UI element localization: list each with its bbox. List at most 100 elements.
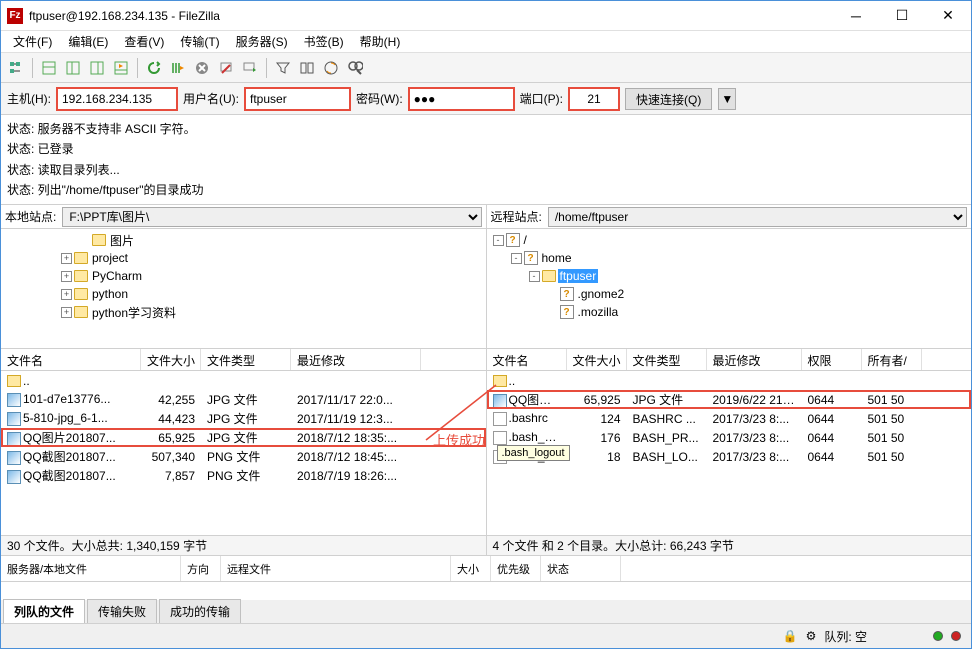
toggle-remote-tree-button[interactable]	[86, 57, 108, 79]
sitemanager-button[interactable]	[5, 57, 27, 79]
maximize-button[interactable]: ☐	[879, 1, 925, 31]
file-row[interactable]: QQ截图201807...7,857PNG 文件2018/7/19 18:26:…	[1, 466, 486, 485]
file-row[interactable]: QQ图片201807...65,925JPG 文件2018/7/12 18:35…	[1, 428, 486, 447]
column-header[interactable]: 方向	[181, 556, 221, 581]
file-icon	[493, 394, 507, 408]
file-icon	[493, 412, 507, 426]
column-header[interactable]: 文件名	[1, 349, 141, 370]
tree-expand-icon[interactable]: +	[61, 271, 72, 282]
tree-item[interactable]: +PyCharm	[3, 267, 484, 285]
tree-expand-icon[interactable]: +	[61, 307, 72, 318]
column-header[interactable]: 状态	[541, 556, 621, 581]
tree-expand-icon[interactable]: +	[61, 253, 72, 264]
queue-tabs: 列队的文件传输失败成功的传输	[1, 600, 971, 624]
file-icon	[7, 412, 21, 426]
toolbar	[1, 53, 971, 83]
queue-tab[interactable]: 传输失败	[87, 599, 157, 623]
tree-item[interactable]: +python学习资料	[3, 303, 484, 321]
unknown-folder-icon: ?	[524, 251, 538, 265]
log-line: 状态: 列出"/home/ftpuser"的目录成功	[7, 180, 965, 200]
message-log[interactable]: 状态: 服务器不支持非 ASCII 字符。状态: 已登录状态: 读取目录列表..…	[1, 115, 971, 205]
toggle-log-button[interactable]	[38, 57, 60, 79]
toggle-queue-button[interactable]	[110, 57, 132, 79]
menu-item[interactable]: 服务器(S)	[228, 31, 296, 52]
remote-tree[interactable]: -?/-?home-ftpuser?.gnome2?.mozilla	[487, 229, 972, 349]
menu-item[interactable]: 编辑(E)	[60, 31, 116, 52]
file-row[interactable]: 101-d7e13776...42,255JPG 文件2017/11/17 22…	[1, 390, 486, 409]
toggle-tree-button[interactable]	[62, 57, 84, 79]
column-header[interactable]: 文件大小	[567, 349, 627, 370]
folder-icon	[92, 234, 106, 246]
refresh-button[interactable]	[143, 57, 165, 79]
quickconnect-dropdown[interactable]: ▼	[718, 88, 736, 110]
username-input[interactable]	[245, 88, 350, 110]
close-button[interactable]: ✕	[925, 1, 971, 31]
column-header[interactable]: 最近修改	[707, 349, 802, 370]
port-input[interactable]	[569, 88, 619, 110]
menu-item[interactable]: 书签(B)	[296, 31, 352, 52]
tree-expand-icon[interactable]: +	[61, 289, 72, 300]
disconnect-button[interactable]	[215, 57, 237, 79]
tree-expand-icon[interactable]: -	[529, 271, 540, 282]
column-header[interactable]: 大小	[451, 556, 491, 581]
column-header[interactable]: 所有者/	[862, 349, 922, 370]
file-row[interactable]: QQ图片...65,925JPG 文件2019/6/22 21:...06445…	[487, 390, 972, 409]
compare-button[interactable]	[296, 57, 318, 79]
filter-button[interactable]	[272, 57, 294, 79]
sync-browse-button[interactable]	[320, 57, 342, 79]
tree-expand-icon[interactable]: -	[511, 253, 522, 264]
menu-item[interactable]: 帮助(H)	[352, 31, 409, 52]
column-header[interactable]: 文件名	[487, 349, 567, 370]
file-row[interactable]: ..	[487, 371, 972, 390]
quickconnect-bar: 主机(H): 用户名(U): 密码(W): 端口(P): 快速连接(Q) ▼	[1, 83, 971, 115]
pass-label: 密码(W):	[356, 90, 403, 107]
file-row[interactable]: QQ截图201807...507,340PNG 文件2018/7/12 18:4…	[1, 447, 486, 466]
host-input[interactable]	[57, 88, 177, 110]
column-header[interactable]: 文件类型	[627, 349, 707, 370]
tree-item[interactable]: ?.gnome2	[489, 285, 970, 303]
password-input[interactable]	[409, 88, 514, 110]
column-header[interactable]: 服务器/本地文件	[1, 556, 181, 581]
file-row[interactable]: ..	[1, 371, 486, 390]
process-queue-button[interactable]	[167, 57, 189, 79]
column-header[interactable]: 最近修改	[291, 349, 421, 370]
tree-expand-icon[interactable]: -	[493, 235, 504, 246]
remote-site-combo[interactable]: /home/ftpuser	[548, 207, 967, 227]
tree-item[interactable]: -ftpuser	[489, 267, 970, 285]
parent-dir-icon	[7, 375, 21, 387]
tree-item[interactable]: -?/	[489, 231, 970, 249]
file-panes: 本地站点: F:\PPT库\图片\ 图片+project+PyCharm+pyt…	[1, 205, 971, 556]
settings-icon[interactable]: ⚙	[806, 629, 817, 643]
tree-item[interactable]: +project	[3, 249, 484, 267]
menu-item[interactable]: 查看(V)	[116, 31, 172, 52]
local-site-combo[interactable]: F:\PPT库\图片\	[62, 207, 481, 227]
tree-label: /	[522, 233, 529, 247]
tree-item[interactable]: 图片	[3, 231, 484, 249]
column-header[interactable]: 远程文件	[221, 556, 451, 581]
lock-icon: 🔒	[783, 629, 798, 643]
column-header[interactable]: 权限	[802, 349, 862, 370]
reconnect-button[interactable]	[239, 57, 261, 79]
column-header[interactable]: 文件大小	[141, 349, 201, 370]
queue-tab[interactable]: 列队的文件	[3, 599, 85, 623]
minimize-button[interactable]: ─	[833, 1, 879, 31]
remote-pane: 远程站点: /home/ftpuser -?/-?home-ftpuser?.g…	[487, 205, 972, 555]
column-header[interactable]: 文件类型	[201, 349, 291, 370]
menu-item[interactable]: 文件(F)	[5, 31, 60, 52]
quickconnect-button[interactable]: 快速连接(Q)	[625, 88, 712, 110]
menu-item[interactable]: 传输(T)	[172, 31, 227, 52]
column-header[interactable]: 优先级	[491, 556, 541, 581]
cancel-button[interactable]	[191, 57, 213, 79]
transfer-queue-body[interactable]	[1, 582, 971, 600]
file-row[interactable]: .bash_logout18BASH_LO...2017/3/23 8:...0…	[487, 447, 972, 466]
local-file-list[interactable]: ..101-d7e13776...42,255JPG 文件2017/11/17 …	[1, 371, 486, 535]
tree-item[interactable]: -?home	[489, 249, 970, 267]
queue-tab[interactable]: 成功的传输	[159, 599, 241, 623]
remote-file-list[interactable]: ..QQ图片...65,925JPG 文件2019/6/22 21:...064…	[487, 371, 972, 535]
tree-item[interactable]: ?.mozilla	[489, 303, 970, 321]
file-row[interactable]: 5-810-jpg_6-1...44,423JPG 文件2017/11/19 1…	[1, 409, 486, 428]
tree-item[interactable]: +python	[3, 285, 484, 303]
local-tree[interactable]: 图片+project+PyCharm+python+python学习资料	[1, 229, 486, 349]
file-row[interactable]: .bashrc124BASHRC ...2017/3/23 8:...06445…	[487, 409, 972, 428]
search-button[interactable]	[344, 57, 366, 79]
